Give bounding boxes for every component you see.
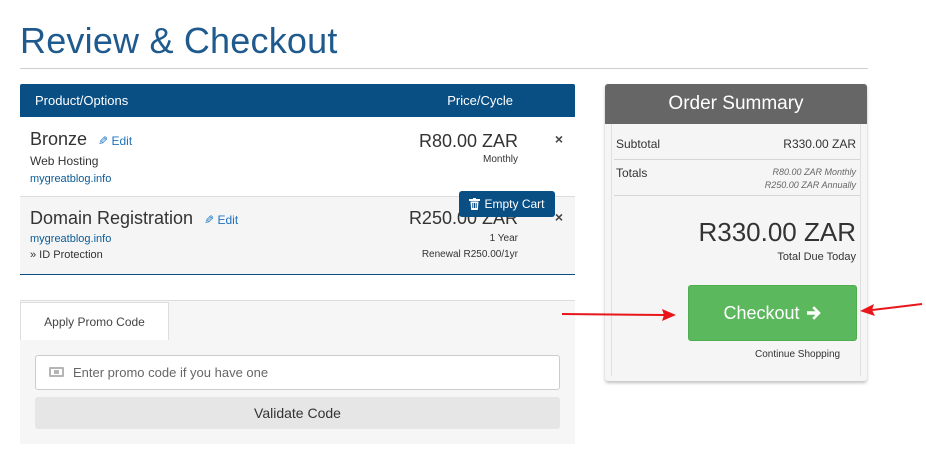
item-cycle: 1 Year xyxy=(489,233,518,244)
checkout-button[interactable]: Checkout xyxy=(688,285,857,341)
close-icon[interactable]: × xyxy=(555,209,563,225)
pencil-icon: ✎ xyxy=(204,213,215,227)
edit-label: Edit xyxy=(217,213,239,227)
edit-link[interactable]: ✎ Edit xyxy=(204,213,238,227)
item-name-row: Domain Registration ✎ Edit xyxy=(30,208,238,229)
subtotal-value: R330.00 ZAR xyxy=(783,137,856,151)
totals-annually: R250.00 ZAR Annually xyxy=(764,180,856,190)
totals-label: Totals xyxy=(616,166,648,180)
checkout-label: Checkout xyxy=(723,302,800,323)
summary-divider xyxy=(614,159,860,160)
promo-input-wrapper xyxy=(35,355,560,390)
item-option: » ID Protection xyxy=(30,249,103,261)
item-domain: mygreatblog.info xyxy=(30,233,112,245)
item-price: R80.00 ZAR xyxy=(418,131,518,151)
price-column-header: Price/Cycle xyxy=(447,93,513,108)
arrow-right-icon xyxy=(806,306,821,320)
ticket-icon xyxy=(49,367,64,377)
order-summary-title: Order Summary xyxy=(605,84,867,124)
cart-item-bronze: Bronze ✎ Edit Web Hosting mygreatblog.in… xyxy=(20,117,575,197)
close-icon[interactable]: × xyxy=(555,131,563,147)
item-name: Domain Registration xyxy=(30,208,194,228)
empty-cart-label: Empty Cart xyxy=(484,197,545,211)
totals-monthly: R80.00 ZAR Monthly xyxy=(772,167,856,177)
item-name: Bronze xyxy=(30,129,88,149)
continue-shopping-link[interactable]: Continue Shopping xyxy=(755,349,840,360)
cart-header: Product/Options Price/Cycle xyxy=(20,84,575,117)
title-divider xyxy=(20,68,868,69)
validate-code-button[interactable]: Validate Code xyxy=(35,397,560,429)
item-name-row: Bronze ✎ Edit xyxy=(30,129,132,150)
total-due-label: Total Due Today xyxy=(777,251,856,263)
trash-icon xyxy=(469,198,481,210)
item-renewal: Renewal R250.00/1yr xyxy=(421,249,518,260)
empty-cart-button[interactable]: Empty Cart xyxy=(459,191,555,217)
total-due-amount: R330.00 ZAR xyxy=(698,217,856,247)
tab-apply-promo-code[interactable]: Apply Promo Code xyxy=(20,302,169,340)
page-title: Review & Checkout xyxy=(20,20,338,61)
edit-label: Edit xyxy=(111,134,133,148)
item-domain: mygreatblog.info xyxy=(30,173,112,185)
cart-table: Product/Options Price/Cycle Bronze ✎ Edi… xyxy=(20,84,575,275)
item-subtitle: Web Hosting xyxy=(30,154,99,168)
item-cycle: Monthly xyxy=(482,154,518,165)
product-column-header: Product/Options xyxy=(35,93,129,108)
annotation-arrow-left xyxy=(561,309,676,321)
summary-divider xyxy=(614,195,860,196)
pencil-icon: ✎ xyxy=(98,134,109,148)
edit-link[interactable]: ✎ Edit xyxy=(98,134,132,148)
subtotal-label: Subtotal xyxy=(616,137,661,151)
annotation-arrow-right xyxy=(860,303,923,316)
promo-code-input[interactable] xyxy=(73,356,553,389)
